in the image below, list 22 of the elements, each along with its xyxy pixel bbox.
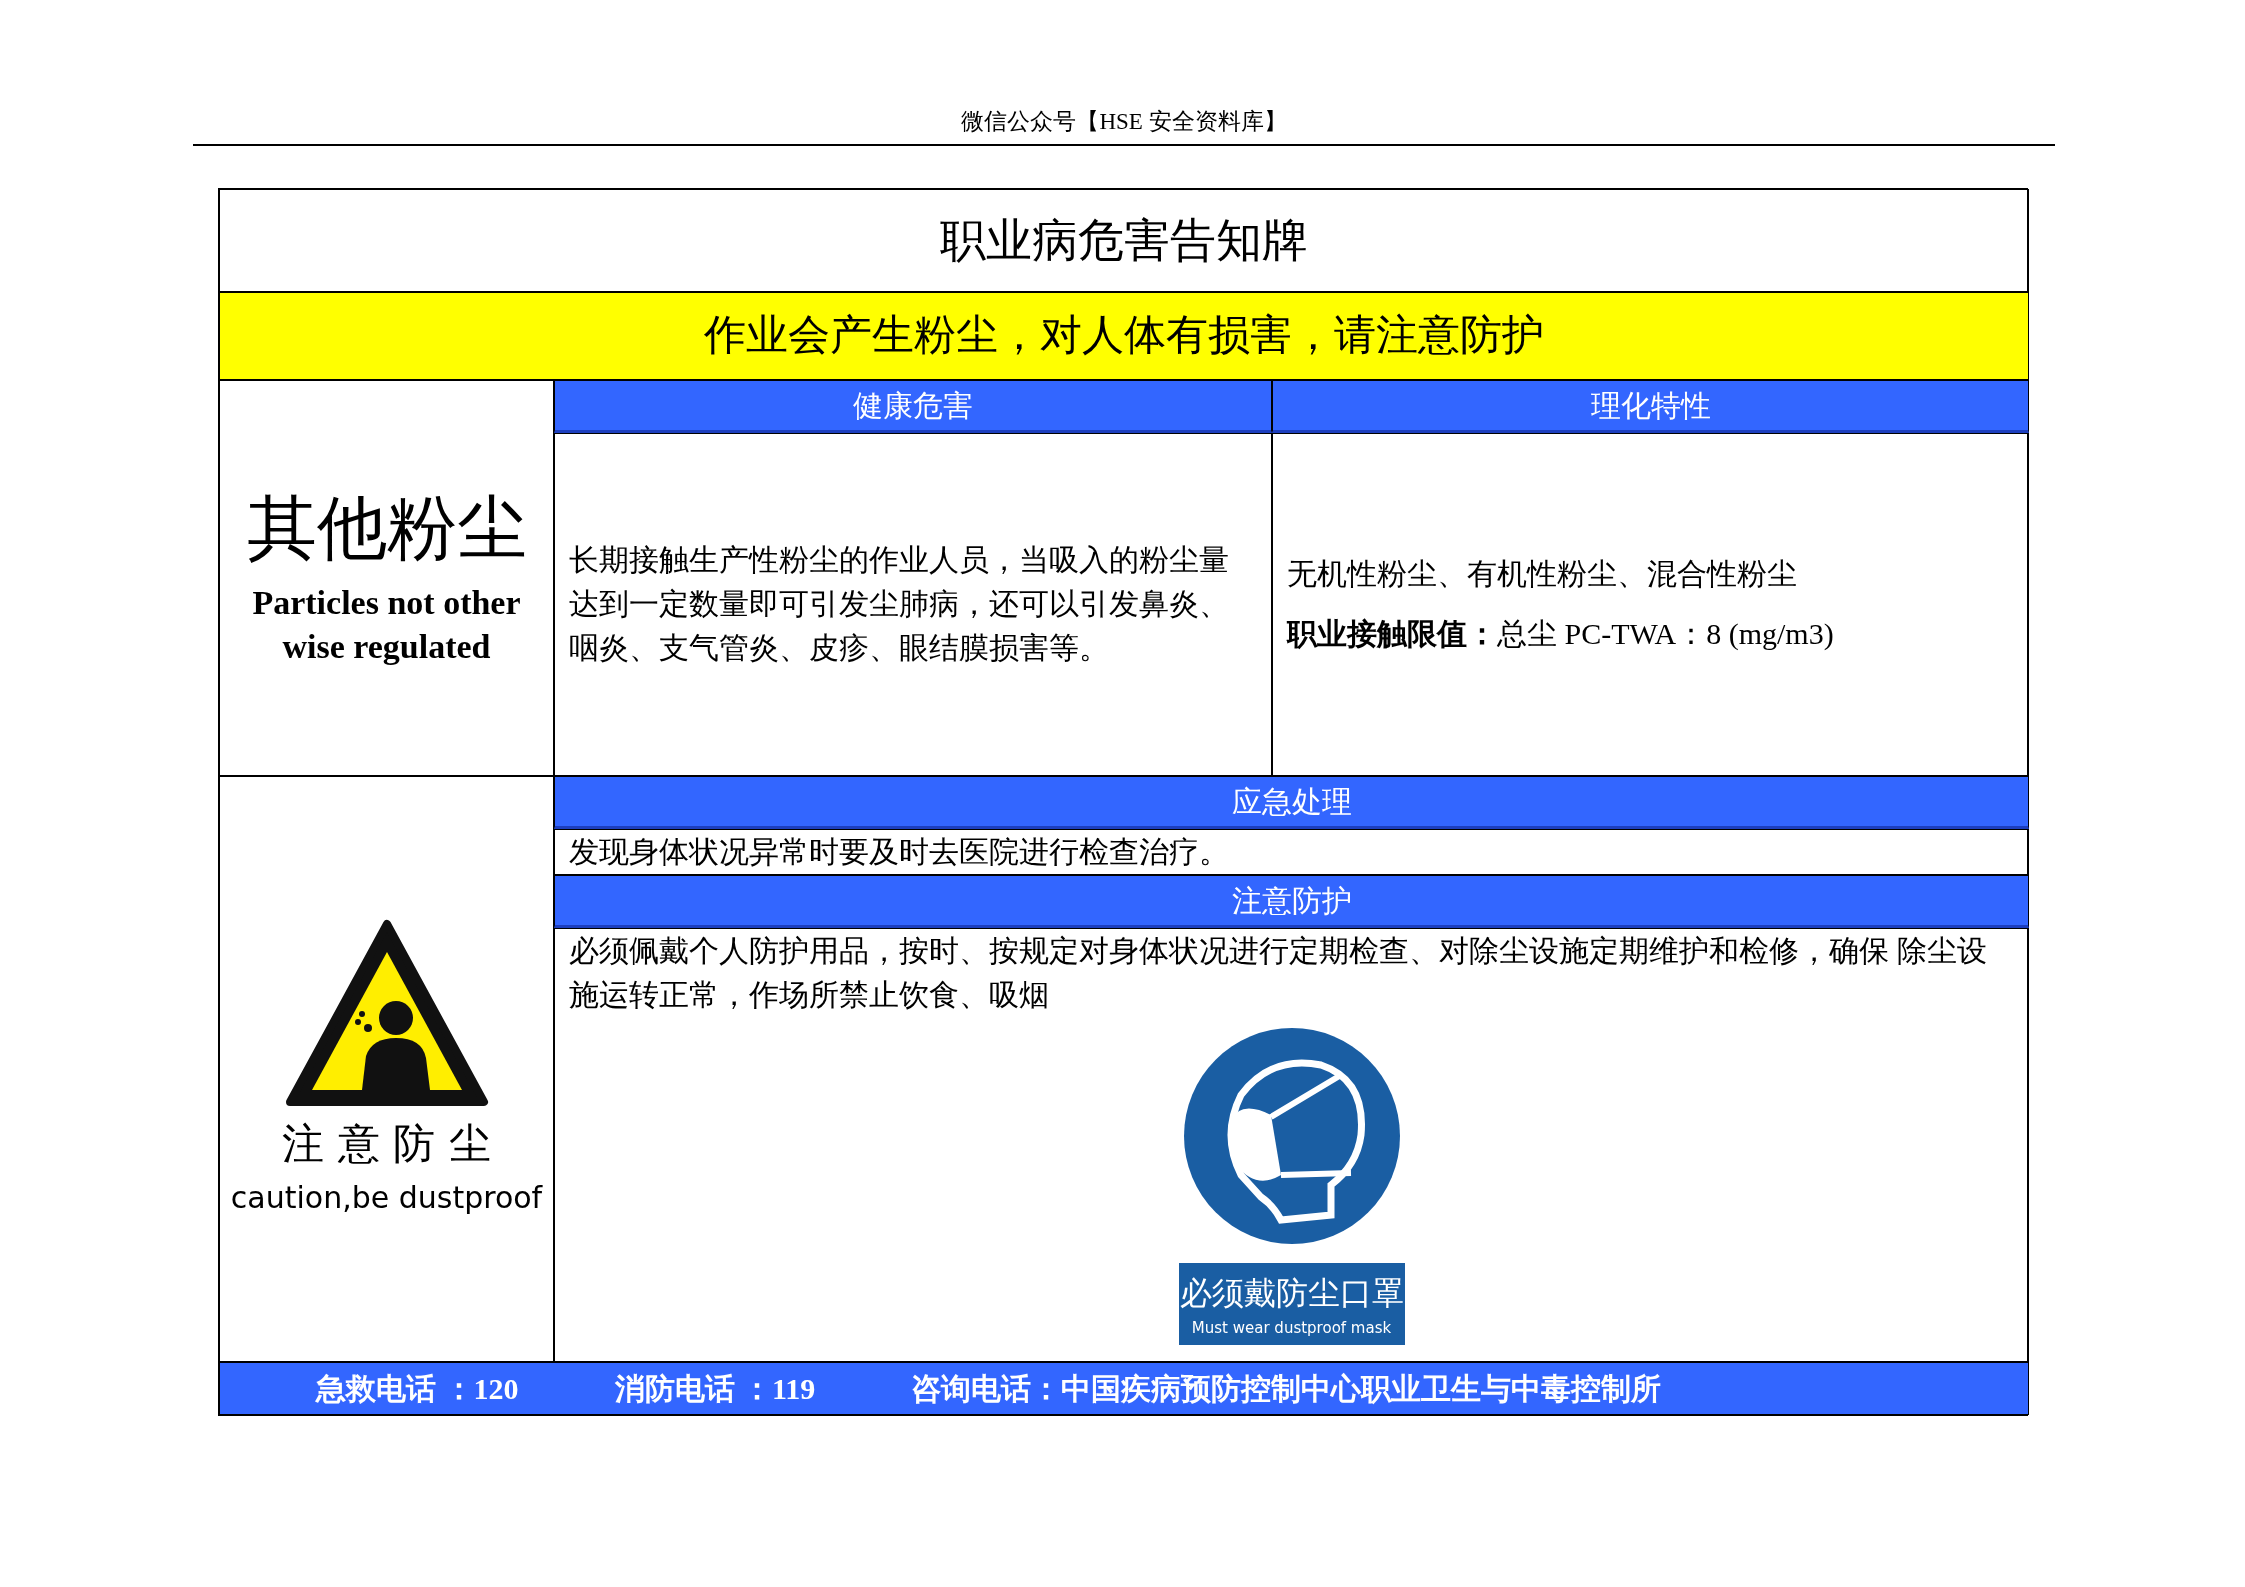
section-heading: 应急处理 <box>554 775 2029 829</box>
section-heading: 理化特性 <box>1272 379 2029 433</box>
footer-contact: 咨询电话：中国疾病预防控制中心职业卫生与中毒控制所 <box>910 1370 1662 1407</box>
protection-text: 必须佩戴个人防护用品，按时、按规定对身体状况进行定期检查、对除尘设施定期维护和检修，确保 除尘设施运转正常，作场所禁止饮食、吸烟 <box>568 932 1988 1013</box>
section-heading: 注意防护 <box>554 874 2029 928</box>
sign-caption-english: Must wear dustproof mask <box>1190 1317 1393 1339</box>
substance-name: 其他粉尘 <box>246 488 527 569</box>
board-title: 职业病危害告知牌 <box>219 188 2029 292</box>
emergency-text: 发现身体状况异常时要及时去医院进行检查治疗。 <box>568 833 1230 870</box>
warning-triangle-icon <box>283 917 490 1108</box>
warning-banner: 作业会产生粉尘，对人体有损害，请注意防护 <box>219 291 2029 380</box>
footer-contact: 消防电话 ：119 <box>613 1370 816 1407</box>
sign-caption-english: caution,be dustproof <box>230 1178 543 1217</box>
sign-caption: 注 意 防 尘 <box>282 1117 491 1170</box>
footer-contact: 急救电话 ：120 <box>314 1370 519 1407</box>
section-heading: 健康危害 <box>554 379 1272 433</box>
exposure-limit-text: 职业接触限值：总尘 PC-TWA：8 (mg/m3) <box>1285 616 1835 652</box>
properties-text: 无机性粉尘、有机性粉尘、混合性粉尘 <box>1286 556 1798 592</box>
page-header: 微信公众号【HSE 安全资料库】 <box>193 105 2055 146</box>
health-hazard-text: 长期接触生产性粉尘的作业人员，当吸入的粉尘量达到一定数量即可引发尘肺病，还可以引发鼻炎、咽炎、支气管炎、皮疹、眼结膜损害等。 <box>568 542 1230 666</box>
substance-name-english: Particles not other wise regulated <box>251 582 522 667</box>
sign-caption: 必须戴防尘口罩 <box>1178 1272 1405 1314</box>
